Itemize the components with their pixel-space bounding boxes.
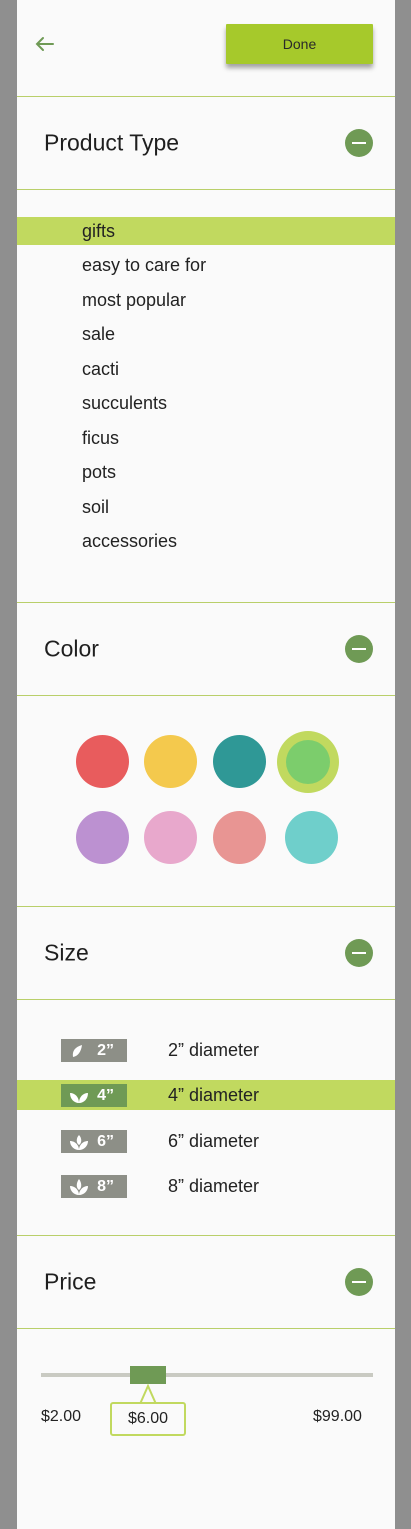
section-title-price: Price (44, 1268, 97, 1295)
color-swatch-pink[interactable] (144, 811, 197, 864)
color-swatch-purple[interactable] (76, 811, 129, 864)
size-option-4[interactable]: 4” 4” diameter (17, 1080, 395, 1110)
done-button[interactable]: Done (226, 24, 373, 64)
price-slider-track[interactable] (41, 1373, 373, 1377)
size-option-8[interactable]: 8” 8” diameter (17, 1171, 395, 1201)
color-swatch-red[interactable] (76, 735, 129, 788)
price-slider-thumb[interactable] (130, 1366, 166, 1384)
product-type-item-easy-care[interactable]: easy to care for (17, 251, 395, 279)
size-badge: 6” (61, 1130, 127, 1153)
back-button[interactable] (33, 30, 57, 58)
size-label: 2” diameter (168, 1040, 260, 1060)
sprout-icon (70, 1093, 88, 1103)
section-title-color: Color (44, 635, 99, 662)
color-swatch-yellow[interactable] (144, 735, 197, 788)
price-max-label: $99.00 (313, 1408, 362, 1425)
section-header-price[interactable]: Price (17, 1236, 395, 1329)
collapse-product-type-button[interactable] (345, 129, 373, 157)
collapse-price-button[interactable] (345, 1268, 373, 1296)
section-title-size: Size (44, 939, 89, 966)
collapse-size-button[interactable] (345, 939, 373, 967)
color-swatch-teal[interactable] (213, 735, 266, 788)
plant-icon (70, 1135, 88, 1150)
product-type-item-most-popular[interactable]: most popular (17, 286, 395, 314)
section-header-color[interactable]: Color (17, 603, 395, 696)
section-header-product-type[interactable]: Product Type (17, 97, 395, 190)
color-swatch-aqua[interactable] (285, 811, 338, 864)
product-type-item-sale[interactable]: sale (17, 320, 395, 348)
size-badge: 8” (61, 1175, 127, 1198)
color-swatch-green[interactable] (286, 740, 330, 784)
plant-large-icon (70, 1179, 88, 1195)
product-type-item-accessories[interactable]: accessories (17, 527, 395, 555)
product-type-item-succulents[interactable]: succulents (17, 389, 395, 417)
price-min-label: $2.00 (41, 1408, 82, 1425)
size-badge: 4” (61, 1084, 127, 1107)
product-type-item-cacti[interactable]: cacti (17, 355, 395, 383)
size-label: 4” diameter (168, 1085, 260, 1105)
size-option-2[interactable]: 2” 2” diameter (17, 1035, 395, 1065)
size-label: 8” diameter (168, 1176, 260, 1196)
filter-panel: Done Product Type gifts easy to care for… (17, 0, 395, 1529)
arrow-left-icon (35, 37, 54, 51)
collapse-color-button[interactable] (345, 635, 373, 663)
product-type-item-gifts[interactable]: gifts (17, 217, 395, 245)
section-title-product-type: Product Type (44, 129, 180, 156)
price-current-value: $6.00 (110, 1402, 186, 1436)
top-bar: Done (17, 0, 395, 97)
product-type-item-pots[interactable]: pots (17, 458, 395, 486)
color-swatch-salmon[interactable] (213, 811, 266, 864)
product-type-item-ficus[interactable]: ficus (17, 424, 395, 452)
size-badge: 2” (61, 1039, 127, 1062)
size-option-6[interactable]: 6” 6” diameter (17, 1126, 395, 1156)
product-type-item-soil[interactable]: soil (17, 493, 395, 521)
size-label: 6” diameter (168, 1131, 260, 1151)
leaf-icon (72, 1045, 82, 1057)
section-header-size[interactable]: Size (17, 907, 395, 1000)
